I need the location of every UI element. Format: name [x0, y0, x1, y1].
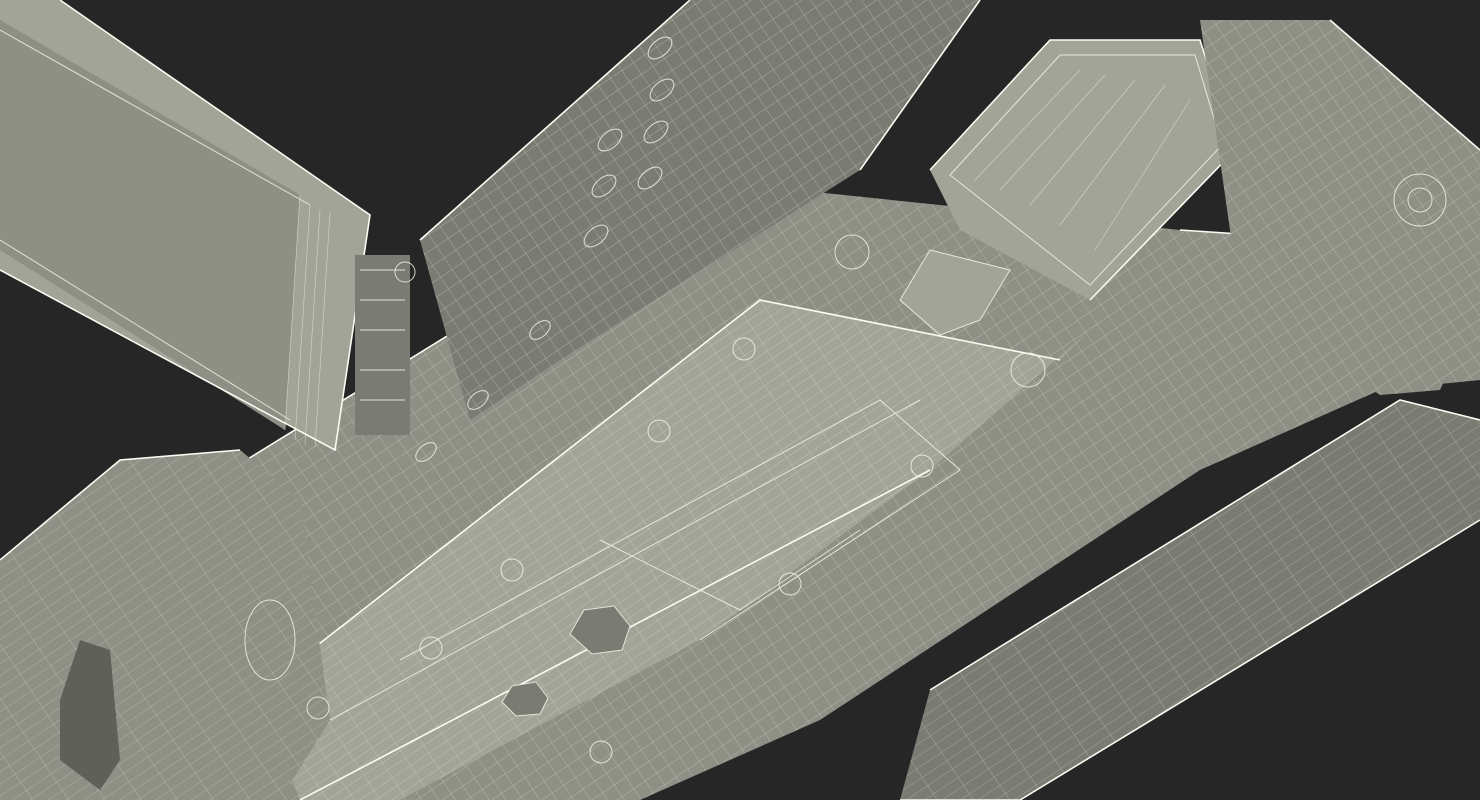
- lcd-screen-panel: [0, 0, 371, 452]
- wireframe-render: [0, 0, 1480, 800]
- lens-barrel: [0, 449, 330, 800]
- screen-hinge: [355, 255, 416, 435]
